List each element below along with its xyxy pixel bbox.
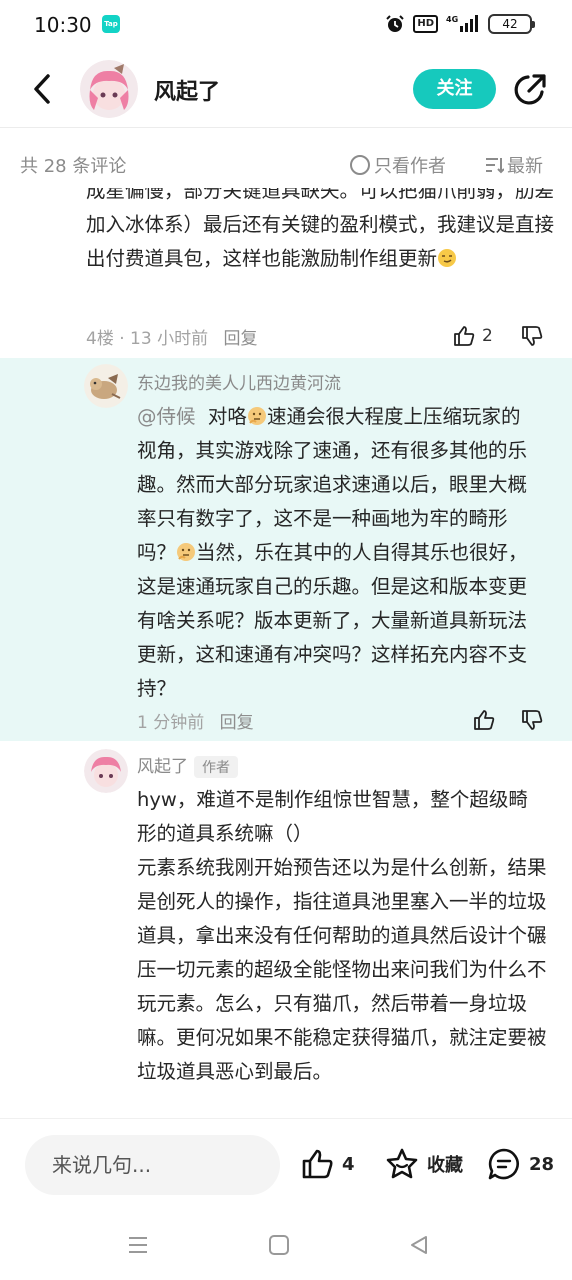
svg-text:4G: 4G [446, 15, 458, 24]
comment-item: 成星偏慢，部分关键道具缺失。可以把猫爪削弱，肋差加入冰体系）最后还有关键的盈利模… [0, 188, 572, 358]
status-icons: HD 4G 42 [385, 12, 535, 36]
author-only-toggle[interactable]: 只看作者 [350, 152, 446, 178]
comment-input[interactable] [25, 1135, 280, 1195]
follow-button[interactable]: 关注 [413, 69, 496, 109]
back-triangle-icon[interactable] [408, 1234, 430, 1256]
reply-button[interactable]: 回复 [220, 713, 254, 733]
signal-icon: 4G [446, 15, 478, 32]
comment-filter-bar: 共 28 条评论 只看作者 最新 [0, 142, 572, 188]
comment-item-highlighted: 东边我的美人儿西边黄河流 @侍候 对咯 速通会很大程度上压缩玩家的视角，其实游戏除… [0, 358, 572, 741]
comment-text: hyw，难道不是制作组惊世智慧，整个超级畸形的道具系统嘛（） 元素系统我刚开始预… [137, 788, 547, 1083]
like-count: 4 [342, 1153, 355, 1175]
smirk-emoji-icon [438, 249, 457, 267]
thumb-up-icon[interactable] [472, 708, 496, 732]
mention-link[interactable]: @侍候 [137, 405, 196, 428]
commenter-username[interactable]: 风起了 [137, 757, 188, 777]
comment-item: 风起了 作者 hyw，难道不是制作组惊世智慧，整个超级畸形的道具系统嘛（） 元素系… [0, 741, 572, 1118]
share-icon[interactable] [512, 72, 548, 108]
commenter-username[interactable]: 东边我的美人儿西边黄河流 [137, 369, 341, 394]
sort-label: 最新 [507, 156, 543, 177]
comment-list[interactable]: 成星偏慢，部分关键道具缺失。可以把猫爪削弱，肋差加入冰体系）最后还有关键的盈利模… [0, 188, 572, 1118]
author-badge: 作者 [194, 756, 238, 778]
commenter-username-row: 风起了 作者 [137, 752, 238, 778]
comment-text: 成星偏慢，部分关键道具缺失。可以把猫爪削弱，肋差加入冰体系）最后还有关键的盈利模… [86, 188, 555, 270]
comment-meta: 4楼 · 13 小时前 回复 [86, 329, 258, 349]
like-button[interactable]: 2 [452, 324, 493, 348]
thumb-down-icon[interactable] [520, 708, 544, 732]
thumb-down-icon[interactable] [520, 324, 544, 348]
comment-meta: 1 分钟前 回复 [137, 713, 254, 733]
favorite-button[interactable]: 收藏 [385, 1147, 463, 1181]
comment-text: @侍候 对咯 速通会很大程度上压缩玩家的视角，其实游戏除了速通，还有很多其他的乐趣… [137, 405, 528, 700]
star-icon [386, 1148, 418, 1179]
user-avatar[interactable] [80, 60, 138, 118]
sort-button[interactable]: 最新 [484, 152, 543, 178]
comment-total: 28 [529, 1153, 555, 1175]
comments-button[interactable]: 28 [487, 1147, 554, 1181]
thumb-up-icon [454, 326, 475, 346]
commenter-avatar[interactable] [84, 364, 128, 408]
sort-icon [486, 158, 504, 174]
hd-icon: HD [413, 15, 438, 33]
alarm-icon [386, 15, 405, 32]
reply-button[interactable]: 回复 [223, 329, 257, 349]
home-icon[interactable] [268, 1234, 290, 1256]
bottom-action-bar: 4 收藏 28 [0, 1118, 572, 1218]
thinking-emoji-icon [177, 543, 196, 561]
comment-bubble-icon [488, 1148, 519, 1180]
author-only-label: 只看作者 [374, 156, 446, 177]
menu-icon[interactable] [127, 1234, 149, 1256]
back-arrow-icon[interactable] [28, 72, 58, 106]
commenter-avatar[interactable] [84, 749, 128, 793]
system-navigation-bar [0, 1218, 572, 1280]
thinking-emoji-icon [247, 407, 266, 425]
top-header: 风起了 关注 [0, 52, 572, 128]
status-bar: 10:30 Tap HD 4G 42 [0, 0, 572, 52]
comment-count: 共 28 条评论 [20, 156, 127, 177]
status-time: 10:30 [34, 13, 92, 37]
battery-indicator: 42 [488, 14, 535, 34]
header-username: 风起了 [154, 80, 221, 105]
favorite-label: 收藏 [427, 1155, 463, 1176]
thumb-up-icon [302, 1149, 333, 1179]
taptap-app-icon: Tap [102, 15, 120, 33]
radio-icon [350, 155, 370, 175]
like-post-button[interactable]: 4 [300, 1147, 355, 1181]
like-count: 2 [482, 326, 493, 346]
